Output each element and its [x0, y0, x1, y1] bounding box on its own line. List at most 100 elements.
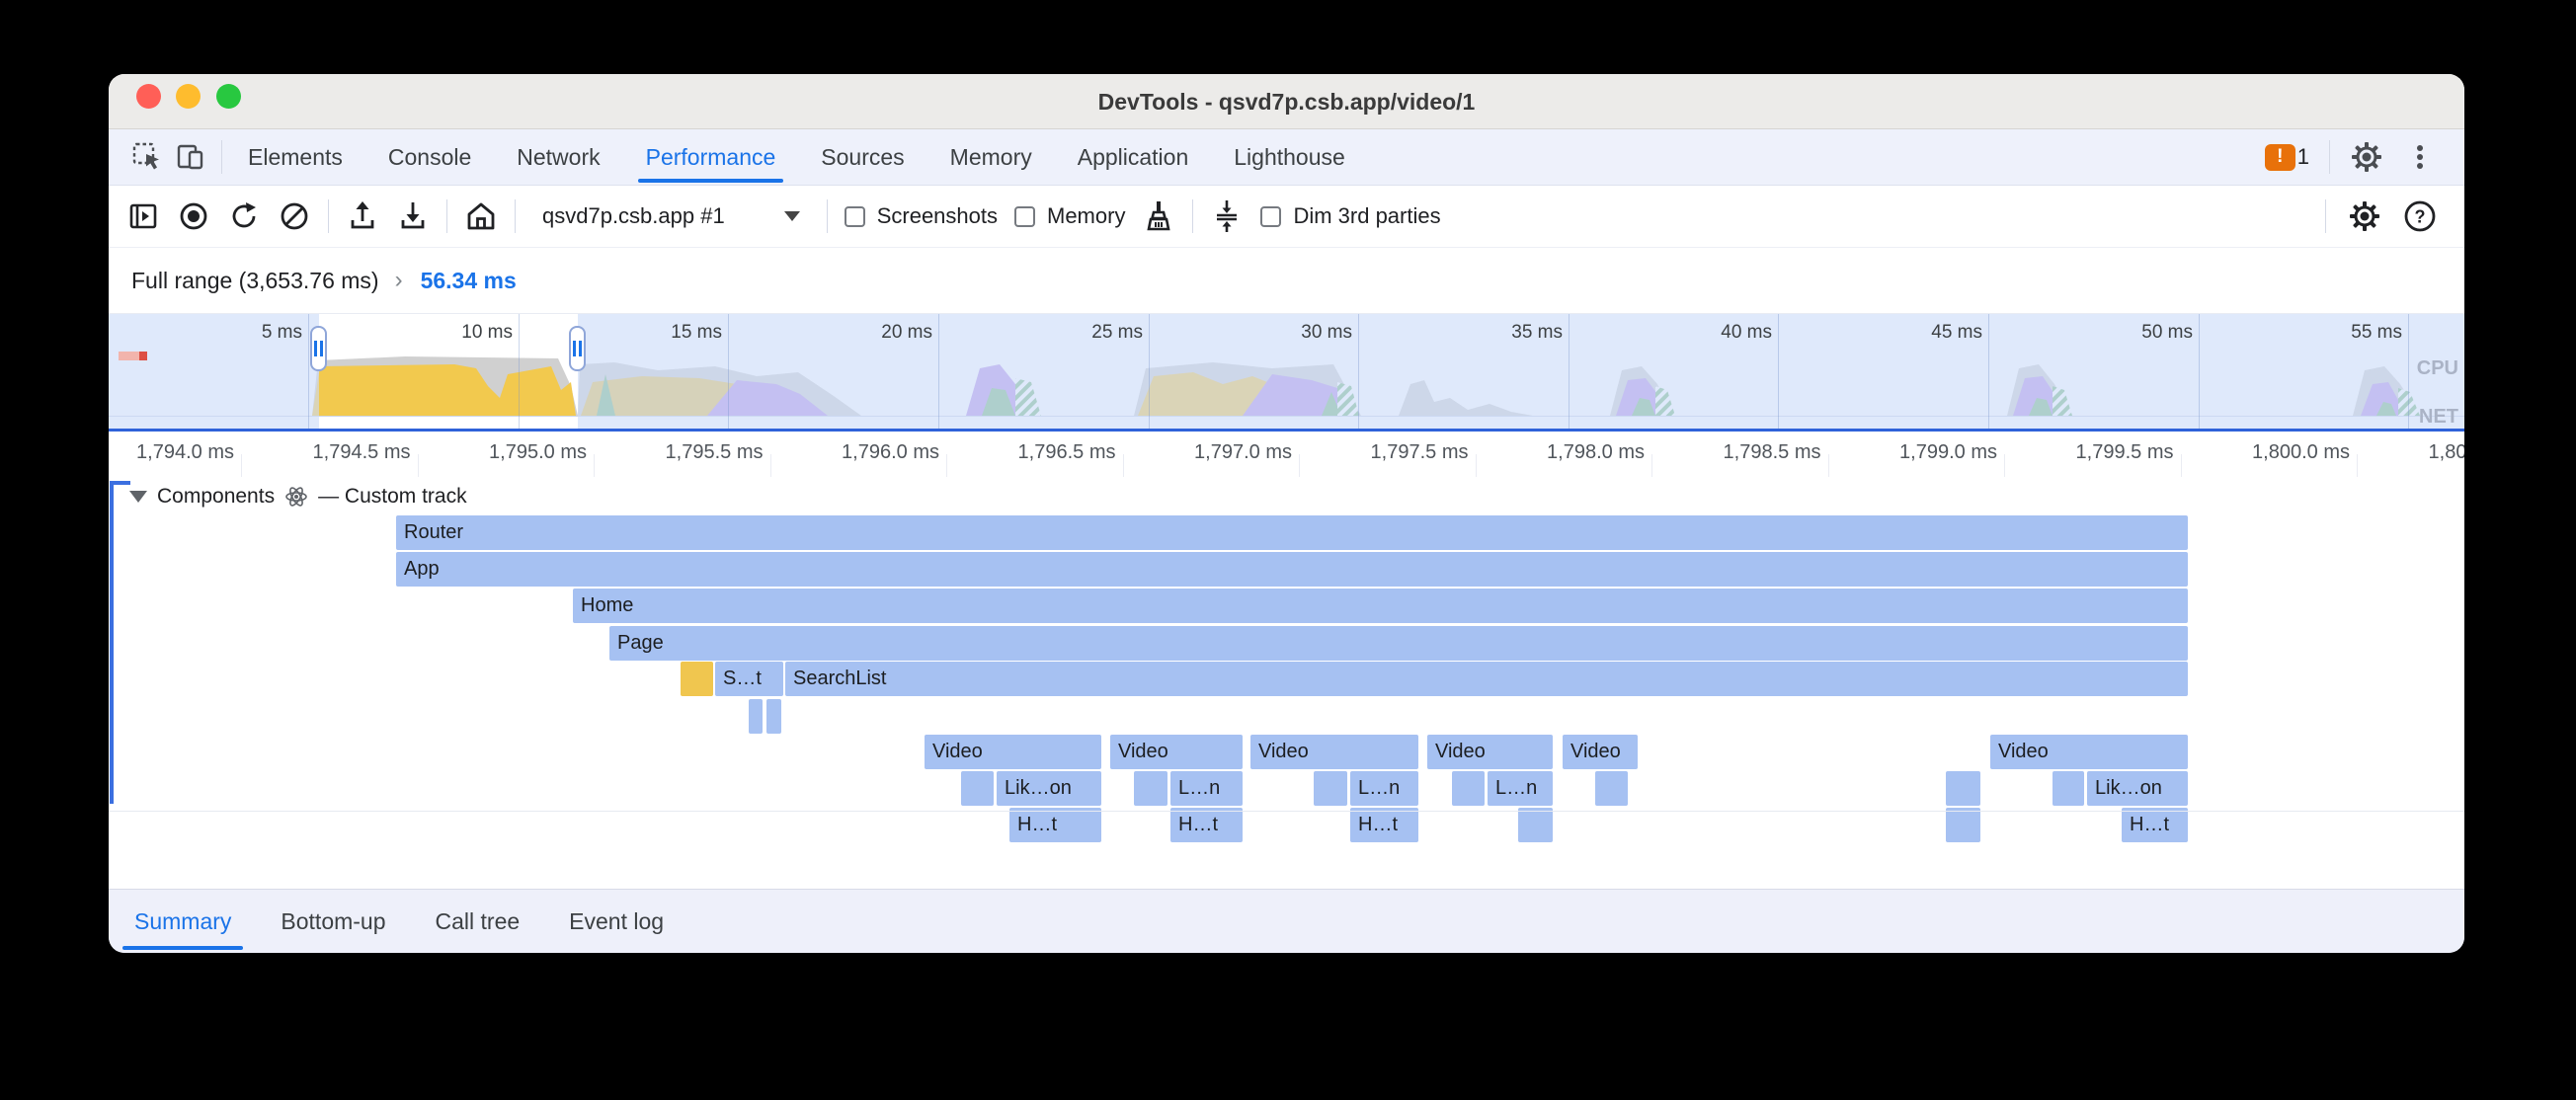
upload-profile-icon[interactable]	[346, 199, 379, 233]
time-ruler: 1,794.0 ms1,794.5 ms1,795.0 ms1,795.5 ms…	[109, 432, 2464, 477]
track-selection-indicator	[110, 481, 114, 804]
overview-gridline	[1358, 314, 1359, 429]
overview-tick-label: 25 ms	[1052, 322, 1143, 344]
details-tab-bar: Summary Bottom-up Call tree Event log	[109, 889, 2464, 953]
issues-counter[interactable]: ! 1	[2265, 144, 2309, 171]
dim-3rd-parties-checkbox[interactable]: Dim 3rd parties	[1260, 203, 1440, 229]
garbage-collect-icon[interactable]	[1142, 199, 1175, 233]
tab-call-tree[interactable]: Call tree	[436, 890, 521, 953]
flame-entry-video[interactable]: Video	[1110, 735, 1243, 769]
flame-entry-likon[interactable]: Lik…on	[997, 771, 1101, 806]
tab-event-log[interactable]: Event log	[569, 890, 664, 953]
flame-entry-app[interactable]: App	[396, 552, 2188, 587]
flame-entry[interactable]	[766, 699, 781, 734]
overview-tick-label: 40 ms	[1681, 322, 1772, 344]
flame-entry[interactable]	[1314, 771, 1347, 806]
flame-entry-ln[interactable]: L…n	[1350, 771, 1418, 806]
flame-entry-video[interactable]: Video	[925, 735, 1101, 769]
flame-entry-video[interactable]: Video	[1563, 735, 1638, 769]
flame-entry-ln[interactable]: L…n	[1488, 771, 1553, 806]
selected-range-crumb[interactable]: 56.34 ms	[421, 268, 517, 294]
flame-chart[interactable]: Components — Custom track RouterAppHomeP…	[109, 477, 2464, 889]
tab-bottom-up[interactable]: Bottom-up	[281, 890, 385, 953]
reload-record-icon[interactable]	[227, 199, 261, 233]
home-icon[interactable]	[464, 199, 498, 233]
ruler-label: 1,799.5 ms	[2036, 441, 2174, 464]
capture-settings-gear-icon[interactable]	[2348, 199, 2381, 233]
ruler-label: 1,796.5 ms	[978, 441, 1116, 464]
tab-console[interactable]: Console	[388, 129, 471, 185]
overview-gridline	[1988, 314, 1989, 429]
overview-tick-label: 50 ms	[2102, 322, 2193, 344]
window-title: DevTools - qsvd7p.csb.app/video/1	[109, 74, 2464, 129]
overview-gridline	[2199, 314, 2200, 429]
tab-elements[interactable]: Elements	[248, 129, 343, 185]
tab-memory[interactable]: Memory	[950, 129, 1032, 185]
flame-entry[interactable]	[961, 771, 994, 806]
flame-entry-router[interactable]: Router	[396, 515, 2188, 550]
inspect-element-icon[interactable]	[130, 140, 164, 174]
flame-entry[interactable]	[749, 699, 763, 734]
divider	[515, 199, 516, 233]
ruler-label: 1,799.0 ms	[1859, 441, 1997, 464]
flame-entry-searchlist[interactable]: SearchList	[785, 662, 2188, 696]
toggle-sidebar-icon[interactable]	[126, 199, 160, 233]
ruler-label: 1,794.0 ms	[109, 441, 234, 464]
divider	[2329, 140, 2330, 174]
cpu-lane-label: CPU	[2417, 357, 2458, 380]
settings-gear-icon[interactable]	[2350, 140, 2383, 174]
overview-gridline	[1778, 314, 1779, 429]
target-selector-dropdown[interactable]: qsvd7p.csb.app #1	[532, 203, 810, 229]
ruler-label: 1,795.5 ms	[625, 441, 764, 464]
kebab-menu-icon[interactable]	[2403, 140, 2437, 174]
flame-entry[interactable]	[1518, 808, 1553, 842]
help-icon[interactable]: ?	[2403, 199, 2437, 233]
devtools-tab-bar: Elements Console Network Performance Sources…	[109, 129, 2464, 186]
track-header[interactable]: Components — Custom track	[129, 485, 467, 509]
flame-entry[interactable]	[1595, 771, 1628, 806]
device-toolbar-icon[interactable]	[174, 140, 207, 174]
flame-entry-ht[interactable]: H…t	[1009, 808, 1101, 842]
flame-entry[interactable]	[1452, 771, 1485, 806]
tab-application[interactable]: Application	[1078, 129, 1189, 185]
flame-entry[interactable]	[1946, 808, 1980, 842]
clear-icon[interactable]	[278, 199, 311, 233]
flame-entry-video[interactable]: Video	[1427, 735, 1553, 769]
flame-entry-likon[interactable]: Lik…on	[2087, 771, 2188, 806]
overview-gridline	[1149, 314, 1150, 429]
selection-handle-right[interactable]	[569, 326, 586, 371]
flame-entry[interactable]	[681, 662, 713, 696]
divider	[2325, 199, 2326, 233]
overview-gridline	[728, 314, 729, 429]
flame-entry-page[interactable]: Page	[609, 626, 2188, 661]
flame-entry-video[interactable]: Video	[1250, 735, 1418, 769]
collapse-icon[interactable]	[1210, 199, 1244, 233]
full-range-crumb[interactable]: Full range (3,653.76 ms)	[131, 268, 379, 294]
flame-entry-video[interactable]: Video	[1990, 735, 2188, 769]
tab-lighthouse[interactable]: Lighthouse	[1234, 129, 1345, 185]
screenshots-checkbox[interactable]: Screenshots	[845, 203, 998, 229]
download-profile-icon[interactable]	[396, 199, 430, 233]
flame-entry[interactable]	[1134, 771, 1167, 806]
tab-summary[interactable]: Summary	[134, 890, 231, 953]
checkbox-box	[845, 206, 865, 227]
net-lane-label: NET	[2419, 406, 2458, 429]
overview-tick-label: 45 ms	[1892, 322, 1982, 344]
tab-performance[interactable]: Performance	[646, 129, 776, 185]
record-icon[interactable]	[177, 199, 210, 233]
flame-entry-ht[interactable]: H…t	[1170, 808, 1243, 842]
flame-entry-ln[interactable]: L…n	[1170, 771, 1243, 806]
memory-checkbox[interactable]: Memory	[1014, 203, 1125, 229]
flame-entry[interactable]	[1946, 771, 1980, 806]
flame-entry-home[interactable]: Home	[573, 589, 2188, 623]
flame-entry-ht[interactable]: H…t	[2122, 808, 2188, 842]
tab-network[interactable]: Network	[517, 129, 600, 185]
tab-sources[interactable]: Sources	[821, 129, 904, 185]
selection-handle-left[interactable]	[310, 326, 327, 371]
flame-entry-st[interactable]: S…t	[715, 662, 783, 696]
ruler-label: 1,794.5 ms	[273, 441, 411, 464]
flame-entry[interactable]	[2053, 771, 2084, 806]
chevron-right-icon: ›	[395, 267, 403, 294]
timeline-overview[interactable]: 5 ms10 ms15 ms20 ms25 ms30 ms35 ms40 ms4…	[109, 314, 2464, 429]
flame-entry-ht[interactable]: H…t	[1350, 808, 1418, 842]
